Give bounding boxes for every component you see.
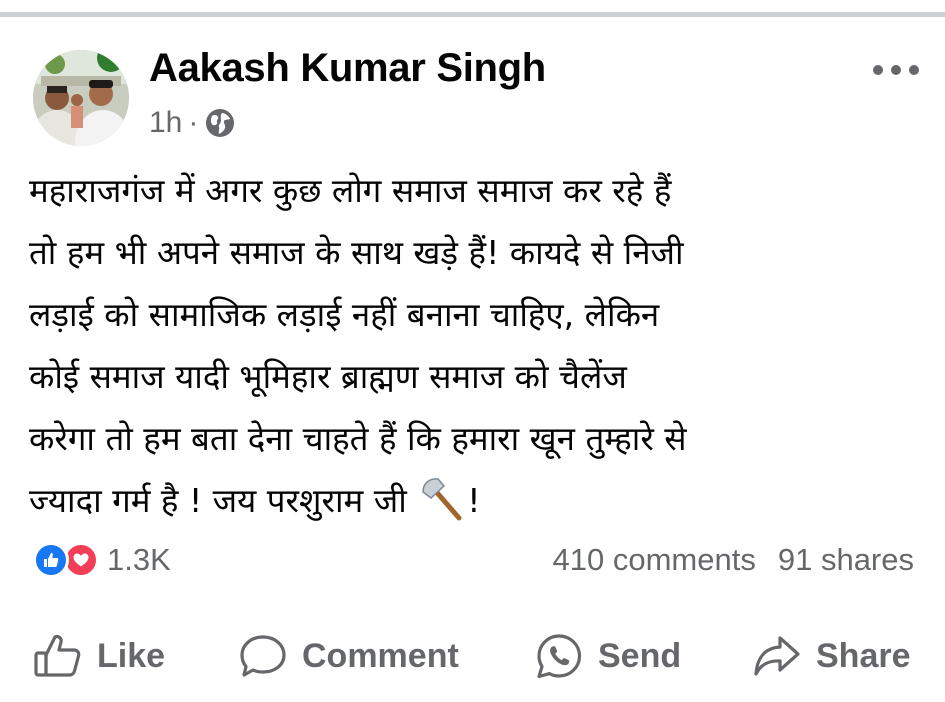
like-label: Like bbox=[97, 636, 166, 675]
comment-label: Comment bbox=[302, 636, 459, 675]
reactions-summary[interactable]: 1.3K bbox=[33, 540, 171, 580]
post-text-line: महाराजगंज में अगर कुछ लोग समाज समाज कर र… bbox=[29, 171, 672, 210]
send-label: Send bbox=[598, 636, 682, 675]
post-text-line: लड़ाई को सामाजिक लड़ाई नहीं बनाना चाहिए,… bbox=[29, 295, 660, 334]
post-text-end: ! bbox=[467, 481, 481, 520]
post-text: महाराजगंज में अगर कुछ लोग समाज समाज कर र… bbox=[29, 160, 934, 532]
share-button[interactable]: Share bbox=[752, 628, 911, 684]
meta-separator: · bbox=[188, 106, 199, 139]
globe-icon bbox=[204, 107, 236, 139]
post-text-line: तो हम भी अपने समाज के साथ खड़े हैं! कायद… bbox=[29, 233, 684, 272]
more-options-button[interactable] bbox=[866, 52, 926, 88]
author-name[interactable]: Aakash Kumar Singh bbox=[149, 46, 546, 91]
like-reaction-icon bbox=[33, 542, 69, 578]
comments-count[interactable]: 410 comments bbox=[553, 542, 756, 578]
post-text-line: करेगा तो हम बता देना चाहते हैं कि हमारा … bbox=[29, 419, 687, 458]
comment-button[interactable]: Comment bbox=[238, 628, 459, 684]
share-icon bbox=[754, 636, 800, 676]
share-label: Share bbox=[816, 636, 911, 675]
engagement-counts: 410 comments 91 shares bbox=[553, 540, 914, 580]
axe-icon bbox=[419, 476, 465, 522]
send-button[interactable]: Send bbox=[534, 628, 681, 684]
whatsapp-icon bbox=[537, 634, 582, 679]
action-bar: Like Comment Send Share bbox=[0, 628, 945, 684]
post-meta: 1h · bbox=[149, 103, 236, 143]
like-button[interactable]: Like bbox=[33, 628, 165, 684]
like-icon bbox=[34, 634, 81, 677]
avatar-photo bbox=[33, 50, 129, 146]
top-divider bbox=[0, 12, 945, 17]
post-time[interactable]: 1h bbox=[149, 106, 182, 140]
post-text-line: ज्यादा गर्म है ! जय परशुराम जी bbox=[29, 481, 407, 520]
shares-count[interactable]: 91 shares bbox=[778, 542, 914, 578]
post-text-line: कोई समाज यादी भूमिहार ब्राह्मण समाज को च… bbox=[29, 357, 627, 396]
avatar[interactable] bbox=[33, 50, 129, 146]
post-text-last-line: ज्यादा गर्म है ! जय परशुराम जी ! bbox=[29, 470, 934, 532]
reactions-count: 1.3K bbox=[107, 542, 171, 577]
more-dots-icon bbox=[873, 65, 919, 75]
comment-icon bbox=[240, 635, 286, 677]
